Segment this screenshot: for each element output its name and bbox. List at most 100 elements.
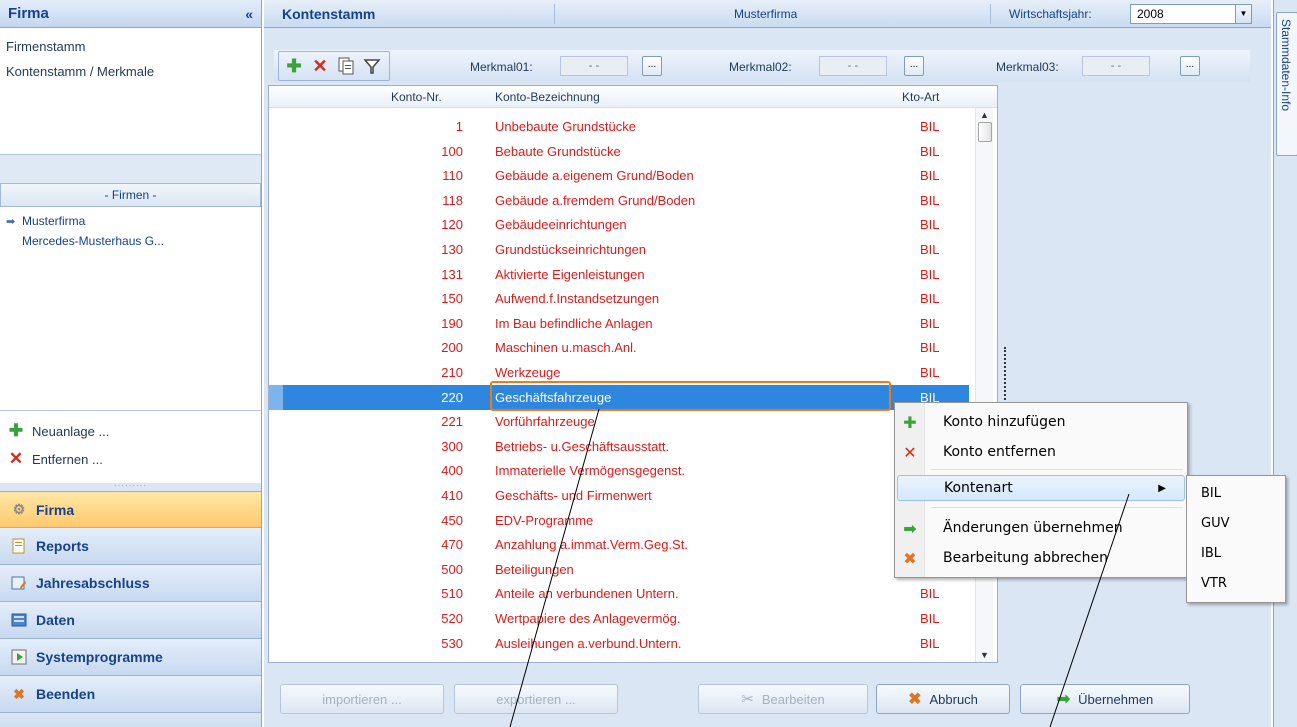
nav-button-jahresabschluss[interactable]: Jahresabschluss <box>0 565 261 602</box>
merkmal02-browse-button[interactable]: ... <box>904 56 924 76</box>
menu-item-remove-account[interactable]: ✕ Konto entfernen <box>897 439 1185 465</box>
table-row[interactable]: 470Anzahlung a.immat.Verm.Geg.St.BIL <box>269 532 969 557</box>
grid-scrollbar[interactable]: ▲ ▼ <box>975 108 993 662</box>
firm-item-mercedes[interactable]: Mercedes-Musterhaus G... <box>0 231 261 251</box>
nav-links: Firmenstamm Kontenstamm / Merkmale <box>0 28 261 155</box>
splitter-grip[interactable]: ········· <box>0 482 261 491</box>
table-row[interactable]: 120 Gebäudeeinrichtungen BIL <box>269 212 969 237</box>
column-header-nr[interactable]: Konto-Nr. <box>391 90 442 104</box>
table-row[interactable]: 200 Maschinen u.masch.Anl. BIL <box>269 335 969 360</box>
account-name: Maschinen u.masch.Anl. <box>495 340 637 356</box>
splitter-dots[interactable] <box>1004 347 1006 407</box>
account-name: Anteile an verbundenen Untern. <box>495 586 679 602</box>
nav-button-systemprogramme[interactable]: Systemprogramme <box>0 639 261 676</box>
merkmal03-browse-button[interactable]: ... <box>1180 56 1200 76</box>
account-name: Bebaute Grundstücke <box>495 143 621 159</box>
submenu-item-vtr[interactable]: VTR <box>1201 576 1227 591</box>
accounts-grid: Konto-Nr. Konto-Bezeichnung Kto-Art 1 Unb… <box>268 85 998 663</box>
import-button[interactable]: importieren ... <box>280 684 444 714</box>
nav-link-firmenstamm[interactable]: Firmenstamm <box>0 34 261 59</box>
delete-account-icon[interactable]: ✕ <box>308 54 332 78</box>
firm-item-musterfirma[interactable]: ➡ Musterfirma <box>0 211 261 231</box>
filter-icon[interactable] <box>360 54 384 78</box>
edit-button[interactable]: ✂ Bearbeiten <box>698 684 868 714</box>
account-type: BIL <box>920 291 940 307</box>
nav-button-label: Firma <box>36 501 75 518</box>
account-name: Aktivierte Eigenleistungen <box>495 266 645 282</box>
account-number: 210 <box>441 365 463 380</box>
menu-item-account-type[interactable]: Kontenart ▶ <box>897 475 1185 501</box>
scroll-up-icon[interactable]: ▲ <box>980 110 989 120</box>
table-row[interactable]: 130 Grundstückseinrichtungen BIL <box>269 237 969 262</box>
submenu-item-ibl[interactable]: IBL <box>1201 546 1221 561</box>
menu-item-add-account[interactable]: ✚ Konto hinzufügen <box>897 409 1185 435</box>
column-header-bez[interactable]: Konto-Bezeichnung <box>495 90 600 104</box>
account-number: 150 <box>441 291 463 307</box>
data-icon <box>10 611 28 629</box>
nav-button-daten[interactable]: Daten <box>0 602 261 639</box>
side-tab-strip: Stammdaten-Info <box>1273 0 1297 727</box>
table-row[interactable]: 530 Ausleihungen a.verbund.Untern. BIL <box>269 631 969 656</box>
firm-label: Mercedes-Musterhaus G... <box>22 234 165 248</box>
account-name: Gebäude a.fremdem Grund/Boden <box>495 192 696 208</box>
table-row[interactable]: 131 Aktivierte Eigenleistungen BIL <box>269 262 969 287</box>
merkmal01-field[interactable]: - - <box>560 56 628 76</box>
table-row[interactable]: 100 Bebaute Grundstücke BIL <box>269 139 969 164</box>
scroll-thumb[interactable] <box>978 122 992 142</box>
nav-button-label: Beenden <box>36 686 96 702</box>
account-number: 530 <box>441 635 463 651</box>
account-name: Gebäudeeinrichtungen <box>495 217 627 233</box>
collapse-nav-icon[interactable]: « <box>245 6 253 22</box>
table-row[interactable]: 520 Wertpapiere des Anlagevermög. BIL <box>269 606 969 631</box>
table-row[interactable]: 510 Anteile an verbundenen Untern. BIL <box>269 581 969 606</box>
fiscal-year-label: Wirtschaftsjahr: <box>1009 7 1092 21</box>
cancel-button[interactable]: ✖ Abbruch <box>876 684 1010 714</box>
new-entry-label: Neuanlage ... <box>32 423 110 439</box>
merkmal01-browse-button[interactable]: ... <box>642 56 662 76</box>
merkmal03-label: Merkmal03: <box>996 60 1059 74</box>
jahresabschluss-icon <box>10 574 28 592</box>
dropdown-arrow-icon[interactable]: ▼ <box>1235 5 1251 23</box>
add-account-icon[interactable]: ✚ <box>282 54 306 78</box>
table-row[interactable]: 190 Im Bau befindliche Anlagen BIL <box>269 311 969 336</box>
column-header-art[interactable]: Kto-Art <box>902 90 939 104</box>
table-row[interactable]: 450EDV-ProgrammeBIL <box>269 508 969 533</box>
nav-button-reports[interactable]: Reports <box>0 528 261 565</box>
table-row[interactable]: 500BeteiligungenBIL <box>269 557 969 582</box>
submenu-item-guv[interactable]: GUV <box>1201 516 1229 531</box>
table-row[interactable]: 410Geschäfts- und FirmenwertBIL <box>269 483 969 508</box>
account-number: 190 <box>441 315 463 331</box>
nav-header: Firma « <box>0 0 261 28</box>
bottom-bar: importieren ... exportieren ... ✂ Bearbe… <box>264 668 1271 727</box>
table-row[interactable]: 110 Gebäude a.eigenem Grund/Boden BIL <box>269 163 969 188</box>
nav-link-kontenstamm[interactable]: Kontenstamm / Merkmale <box>0 59 261 84</box>
nav-button-beenden[interactable]: ✖ Beenden <box>0 676 261 713</box>
company-name: Musterfirma <box>734 7 798 21</box>
account-type: BIL <box>920 192 940 208</box>
menu-item-apply-changes[interactable]: ➡ Änderungen übernehmen <box>897 515 1185 541</box>
copy-icon[interactable] <box>334 54 358 78</box>
nav-button-firma[interactable]: ⚙ Firma <box>0 491 261 528</box>
table-row[interactable]: 1 Unbebaute Grundstücke BIL <box>269 114 969 139</box>
context-menu: ✚ Konto hinzufügen ✕ Konto entfernen Kon… <box>894 402 1188 578</box>
account-number: 110 <box>442 168 463 184</box>
table-row[interactable]: 221VorführfahrzeugeBIL <box>269 409 969 434</box>
new-entry-button[interactable]: ✚ Neuanlage ... <box>0 417 261 445</box>
submenu-item-bil[interactable]: BIL <box>1201 486 1221 501</box>
merkmal03-field[interactable]: - - <box>1082 56 1150 76</box>
fiscal-year-select[interactable]: 2008 ▼ <box>1130 4 1252 24</box>
menu-item-cancel-edit[interactable]: ✖ Bearbeitung abbrechen <box>897 545 1185 571</box>
account-type: BIL <box>920 365 940 380</box>
merkmal02-field[interactable]: - - <box>819 56 887 76</box>
export-button[interactable]: exportieren ... <box>454 684 618 714</box>
table-row[interactable]: 150 Aufwend.f.Instandsetzungen BIL <box>269 286 969 311</box>
account-name: Grundstückseinrichtungen <box>495 242 647 257</box>
tab-stammdaten-info[interactable]: Stammdaten-Info <box>1276 12 1297 156</box>
table-row[interactable]: 300Betriebs- u.Geschäftsausstatt.BIL <box>269 434 969 459</box>
scroll-down-icon[interactable]: ▼ <box>980 650 989 660</box>
remove-entry-button[interactable]: ✕ Entfernen ... <box>0 445 261 473</box>
table-row[interactable]: 400Immaterielle Vermögensgegenst.BIL <box>269 458 969 483</box>
table-row[interactable]: 118 Gebäude a.fremdem Grund/Boden BIL <box>269 188 969 213</box>
apply-button[interactable]: ➡ Übernehmen <box>1020 684 1190 714</box>
apply-arrow-icon: ➡ <box>903 518 917 538</box>
